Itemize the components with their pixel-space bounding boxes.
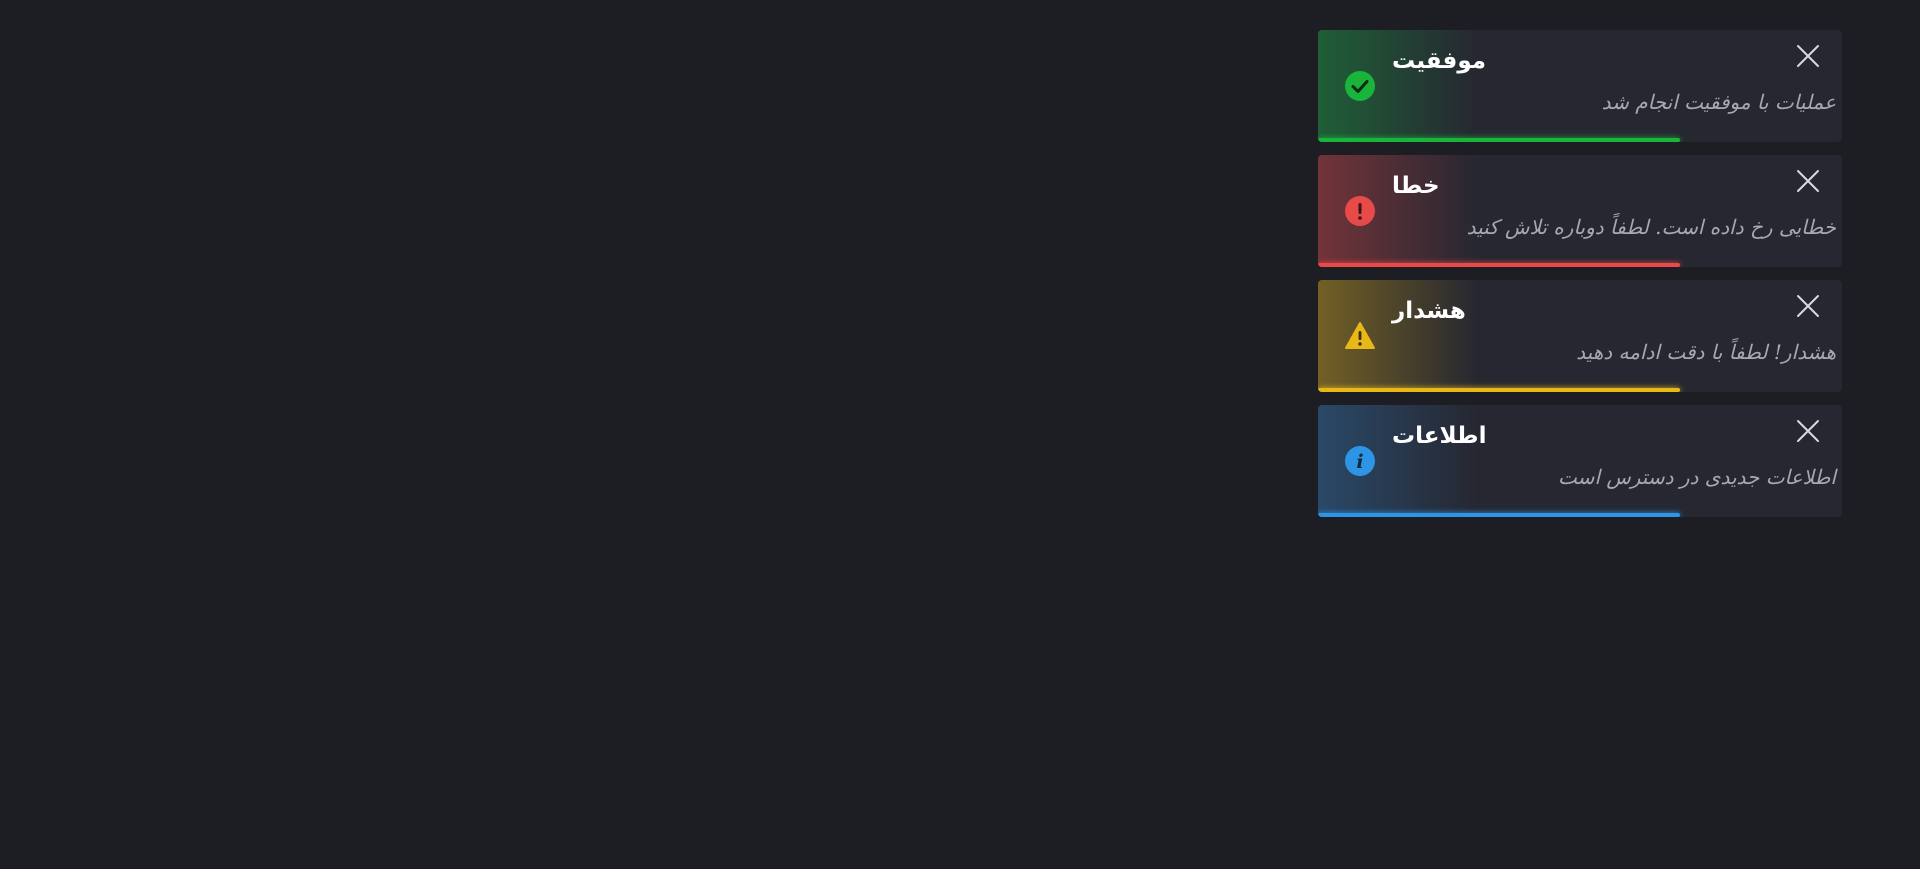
svg-text:i: i: [1356, 451, 1363, 473]
toast-progress-bar: [1318, 138, 1680, 142]
toast-container: موفقیت عملیات با موفقیت انجام شد خطا خطا…: [1318, 30, 1842, 530]
close-button[interactable]: [1790, 413, 1826, 449]
toast-glow: [1318, 30, 1478, 142]
toast-message: هشدار! لطفاً با دقت ادامه دهید: [1576, 340, 1836, 364]
close-button[interactable]: [1790, 163, 1826, 199]
toast-progress-bar: [1318, 513, 1680, 517]
warning-triangle-icon: [1344, 320, 1376, 352]
close-icon: [1797, 295, 1819, 317]
toast-glow: [1318, 405, 1478, 517]
toast-message: عملیات با موفقیت انجام شد: [1601, 90, 1836, 114]
info-circle-icon: i: [1344, 445, 1376, 477]
toast-success: موفقیت عملیات با موفقیت انجام شد: [1318, 30, 1842, 142]
toast-info: i اطلاعات اطلاعات جدیدی در دسترس است: [1318, 405, 1842, 517]
toast-title: موفقیت: [1392, 48, 1487, 74]
toast-progress-bar: [1318, 388, 1680, 392]
toast-title: هشدار: [1392, 298, 1466, 324]
close-icon: [1797, 420, 1819, 442]
close-icon: [1797, 45, 1819, 67]
toast-progress-bar: [1318, 263, 1680, 267]
toast-message: خطایی رخ داده است. لطفاً دوباره تلاش کنی…: [1466, 215, 1836, 239]
toast-warning: هشدار هشدار! لطفاً با دقت ادامه دهید: [1318, 280, 1842, 392]
toast-message: اطلاعات جدیدی در دسترس است: [1558, 465, 1836, 489]
toast-title: اطلاعات: [1392, 423, 1487, 449]
check-circle-icon: [1344, 70, 1376, 102]
exclamation-circle-icon: [1344, 195, 1376, 227]
toast-glow: [1318, 280, 1478, 392]
toast-glow: [1318, 155, 1478, 267]
close-button[interactable]: [1790, 38, 1826, 74]
toast-error: خطا خطایی رخ داده است. لطفاً دوباره تلاش…: [1318, 155, 1842, 267]
close-icon: [1797, 170, 1819, 192]
close-button[interactable]: [1790, 288, 1826, 324]
toast-title: خطا: [1392, 173, 1440, 199]
